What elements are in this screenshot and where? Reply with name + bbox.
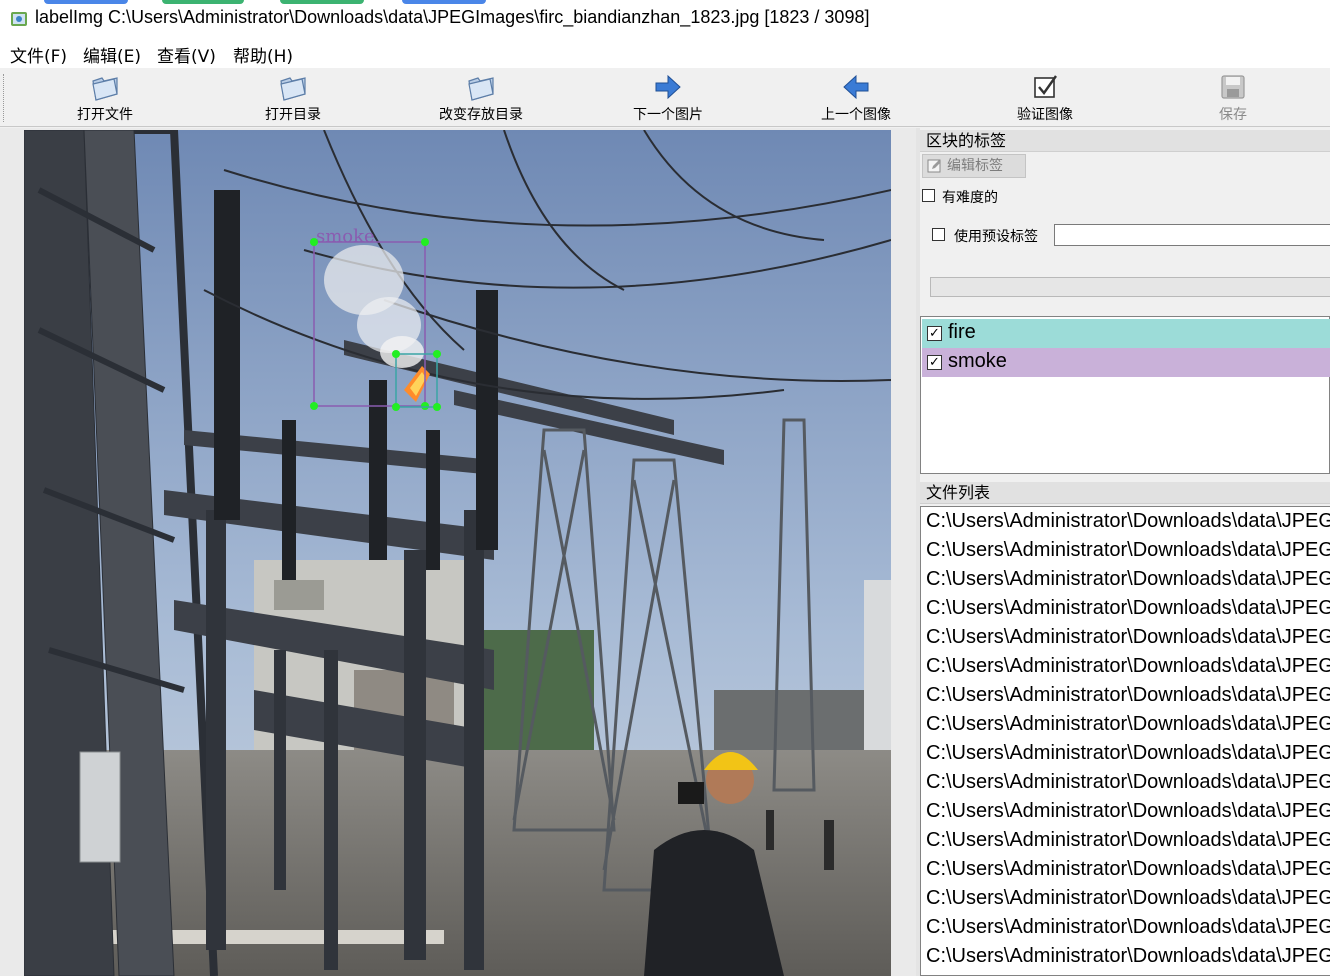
- difficult-label: 有难度的: [942, 190, 998, 206]
- image-canvas[interactable]: smoke: [0, 128, 916, 976]
- next-image-label: 下一个图片: [633, 107, 703, 123]
- default-label-input[interactable]: [1054, 224, 1330, 246]
- menu-bar: 文件(F) 编辑(E) 查看(V) 帮助(H): [0, 38, 1330, 68]
- open-dir-button[interactable]: 打开目录: [228, 70, 358, 124]
- prev-image-button[interactable]: 上一个图像: [791, 70, 921, 124]
- file-list-item[interactable]: C:\Users\Administrator\Downloads\data\JP…: [926, 568, 1330, 597]
- open-file-button[interactable]: 打开文件: [40, 70, 170, 124]
- app-icon: [11, 12, 27, 26]
- toolbar: 打开文件 打开目录 改变存放目录 下一个图片 上一个图像 验证图像 保存: [0, 68, 1330, 127]
- difficult-checkbox[interactable]: [922, 189, 935, 202]
- menu-file[interactable]: 文件(F): [8, 42, 69, 67]
- folder-open-icon: [92, 77, 118, 101]
- open-file-label: 打开文件: [77, 107, 133, 123]
- arrow-left-icon: [843, 74, 869, 100]
- file-list-item[interactable]: C:\Users\Administrator\Downloads\data\JP…: [926, 916, 1330, 945]
- verify-image-button[interactable]: 验证图像: [980, 70, 1110, 124]
- menu-help[interactable]: 帮助(H): [231, 42, 295, 67]
- edit-pencil-icon: [927, 159, 941, 173]
- file-list-item[interactable]: C:\Users\Administrator\Downloads\data\JP…: [926, 626, 1330, 655]
- save-label: 保存: [1219, 107, 1247, 123]
- arrow-right-icon: [655, 74, 681, 100]
- file-list-item[interactable]: C:\Users\Administrator\Downloads\data\JP…: [926, 742, 1330, 771]
- file-list-item[interactable]: C:\Users\Administrator\Downloads\data\JP…: [926, 510, 1330, 539]
- file-list-item[interactable]: C:\Users\Administrator\Downloads\data\JP…: [926, 858, 1330, 887]
- folder-open-icon: [468, 77, 494, 101]
- edit-label-text: 编辑标签: [947, 158, 1003, 174]
- verify-image-label: 验证图像: [1017, 107, 1073, 123]
- box-labels-title: 区块的标签: [920, 130, 1330, 152]
- change-save-dir-label: 改变存放目录: [439, 107, 523, 123]
- substation-photo-drawing: smoke: [24, 130, 891, 976]
- use-default-label-checkbox[interactable]: [932, 228, 945, 241]
- prev-image-label: 上一个图像: [821, 107, 891, 123]
- file-list-title: 文件列表: [920, 482, 1330, 504]
- floppy-disk-icon: [1221, 75, 1245, 99]
- file-list-item[interactable]: C:\Users\Administrator\Downloads\data\JP…: [926, 539, 1330, 568]
- window-title: labelImg C:\Users\Administrator\Download…: [35, 7, 870, 27]
- file-list-item[interactable]: C:\Users\Administrator\Downloads\data\JP…: [926, 800, 1330, 829]
- checkbox-checked-icon: [1034, 75, 1057, 98]
- use-default-label-text: 使用预设标签: [954, 229, 1038, 245]
- edit-label-button[interactable]: 编辑标签: [922, 154, 1026, 178]
- menu-view[interactable]: 查看(V): [155, 42, 218, 67]
- file-list[interactable]: C:\Users\Administrator\Downloads\data\JP…: [920, 506, 1330, 976]
- file-list-item[interactable]: C:\Users\Administrator\Downloads\data\JP…: [926, 945, 1330, 974]
- label-smoke-text: smoke: [948, 350, 1007, 372]
- change-save-dir-button[interactable]: 改变存放目录: [416, 70, 546, 124]
- file-list-item[interactable]: C:\Users\Administrator\Downloads\data\JP…: [926, 829, 1330, 858]
- folder-open-icon: [280, 77, 306, 101]
- label-item-fire[interactable]: ✓ fire: [922, 319, 1330, 348]
- smoke-box-label: smoke: [316, 226, 375, 247]
- label-smoke-checkbox[interactable]: ✓: [927, 355, 942, 370]
- label-combo-box[interactable]: [930, 277, 1330, 297]
- save-button[interactable]: 保存: [1168, 70, 1298, 124]
- file-list-item[interactable]: C:\Users\Administrator\Downloads\data\JP…: [926, 655, 1330, 684]
- menu-edit[interactable]: 编辑(E): [81, 42, 143, 67]
- substation-photo: smoke: [24, 130, 891, 976]
- file-list-item[interactable]: C:\Users\Administrator\Downloads\data\JP…: [926, 771, 1330, 800]
- file-list-item[interactable]: C:\Users\Administrator\Downloads\data\JP…: [926, 713, 1330, 742]
- file-list-item[interactable]: C:\Users\Administrator\Downloads\data\JP…: [926, 684, 1330, 713]
- label-item-smoke[interactable]: ✓ smoke: [922, 348, 1330, 377]
- label-list[interactable]: ✓ fire ✓ smoke: [920, 316, 1330, 474]
- label-fire-text: fire: [948, 321, 976, 343]
- next-image-button[interactable]: 下一个图片: [603, 70, 733, 124]
- right-dock-panel: 区块的标签 编辑标签 有难度的 使用预设标签 ✓ fire ✓ smoke 文件…: [920, 128, 1330, 976]
- label-fire-checkbox[interactable]: ✓: [927, 326, 942, 341]
- file-list-item[interactable]: C:\Users\Administrator\Downloads\data\JP…: [926, 597, 1330, 626]
- open-dir-label: 打开目录: [265, 107, 321, 123]
- title-bar: labelImg C:\Users\Administrator\Download…: [0, 0, 1330, 39]
- file-list-item[interactable]: C:\Users\Administrator\Downloads\data\JP…: [926, 887, 1330, 916]
